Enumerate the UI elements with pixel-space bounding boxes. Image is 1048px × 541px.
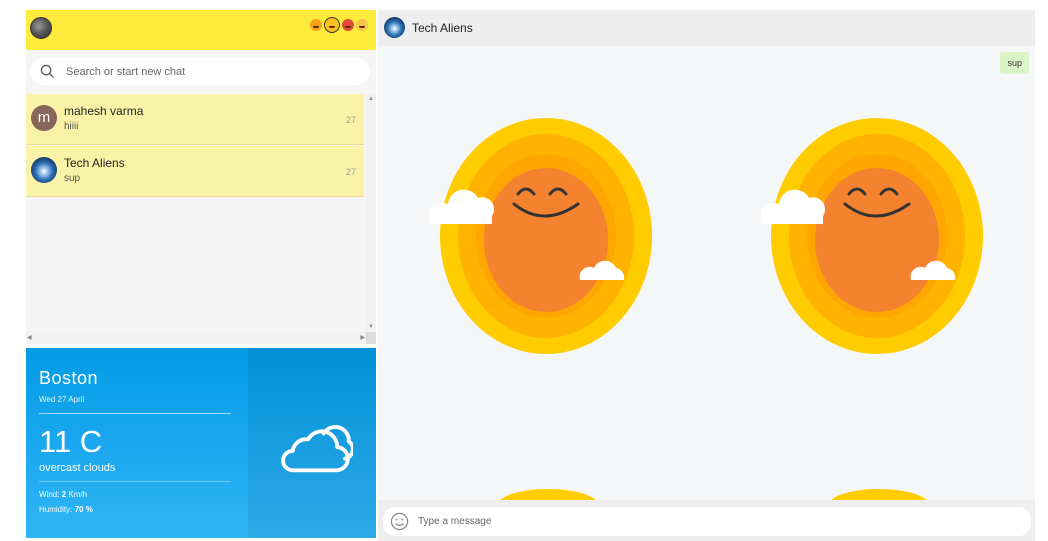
sun-wallpaper-icon (500, 489, 596, 500)
scroll-left-icon[interactable]: ◀ (27, 334, 32, 341)
humidity-unit: % (85, 505, 93, 514)
chat-time: 27 (345, 115, 356, 125)
chat-list: m mahesh varma hiiii 27 Tech Aliens sup … (26, 94, 366, 332)
emoji-bar (310, 17, 368, 33)
weather-wind: Wind: 2 Km/h (39, 490, 87, 499)
chat-item-tech-aliens[interactable]: Tech Aliens sup 27 (26, 146, 364, 197)
weather-description: overcast clouds (39, 462, 116, 474)
chat-last-message: hiiii (64, 121, 79, 132)
weather-widget: Boston Wed 27 April 11 C overcast clouds… (26, 348, 376, 538)
message-bubble-outgoing: sup (1000, 52, 1029, 74)
message-input[interactable] (416, 513, 1016, 530)
sun-wallpaper-icon (760, 118, 983, 354)
emoji-picker-icon[interactable] (390, 512, 409, 531)
scroll-right-icon[interactable]: ▶ (360, 334, 365, 341)
left-header (26, 10, 376, 50)
tongue-face-icon[interactable] (310, 19, 322, 31)
search-input[interactable] (64, 62, 354, 81)
sun-wallpaper-icon (831, 489, 927, 500)
weather-humidity: Humidity: 70 % (39, 505, 93, 514)
chat-last-message: sup (64, 173, 81, 184)
chat-item-mahesh-varma[interactable]: m mahesh varma hiiii 27 (26, 94, 364, 145)
left-panel: m mahesh varma hiiii 27 Tech Aliens sup … (26, 10, 376, 538)
conversation-header: Tech Aliens (378, 10, 1035, 46)
search-bar (26, 50, 376, 94)
chat-time: 27 (345, 167, 356, 177)
angry-face-icon[interactable] (342, 19, 354, 31)
scroll-up-icon[interactable]: ▲ (368, 96, 374, 102)
avatar (31, 157, 57, 183)
message-composer (378, 500, 1035, 541)
scroll-down-icon[interactable]: ▼ (368, 324, 374, 330)
wind-unit: Km/h (68, 490, 88, 499)
weather-date: Wed 27 April (39, 395, 85, 404)
humidity-value: 70 (74, 505, 84, 514)
cloud-icon (281, 425, 353, 473)
wind-value: 2 (61, 490, 67, 499)
conversation-title[interactable]: Tech Aliens (412, 21, 473, 35)
neutral-face-icon[interactable] (324, 17, 340, 33)
search-icon (40, 64, 55, 79)
divider (39, 413, 231, 414)
humidity-label: Humidity: (39, 505, 73, 514)
avatar[interactable] (384, 17, 405, 38)
avatar: m (31, 105, 57, 131)
conversation-area: sup (378, 46, 1035, 500)
weather-temperature: 11 C (39, 424, 103, 459)
my-avatar[interactable] (30, 17, 52, 39)
weather-city: Boston (39, 368, 99, 388)
wind-label: Wind: (39, 490, 60, 499)
message-input-box (383, 507, 1031, 536)
chat-name: mahesh varma (64, 104, 144, 118)
scrollbar-corner (366, 332, 376, 344)
chat-list-horizontal-scrollbar[interactable]: ◀ ▶ (26, 332, 366, 344)
chat-list-vertical-scrollbar[interactable]: ▲ ▼ (366, 94, 376, 332)
divider (39, 481, 231, 482)
search-box (30, 58, 370, 85)
sweat-face-icon[interactable] (356, 19, 368, 31)
chat-name: Tech Aliens (64, 156, 125, 170)
sun-wallpaper-icon (429, 118, 652, 354)
